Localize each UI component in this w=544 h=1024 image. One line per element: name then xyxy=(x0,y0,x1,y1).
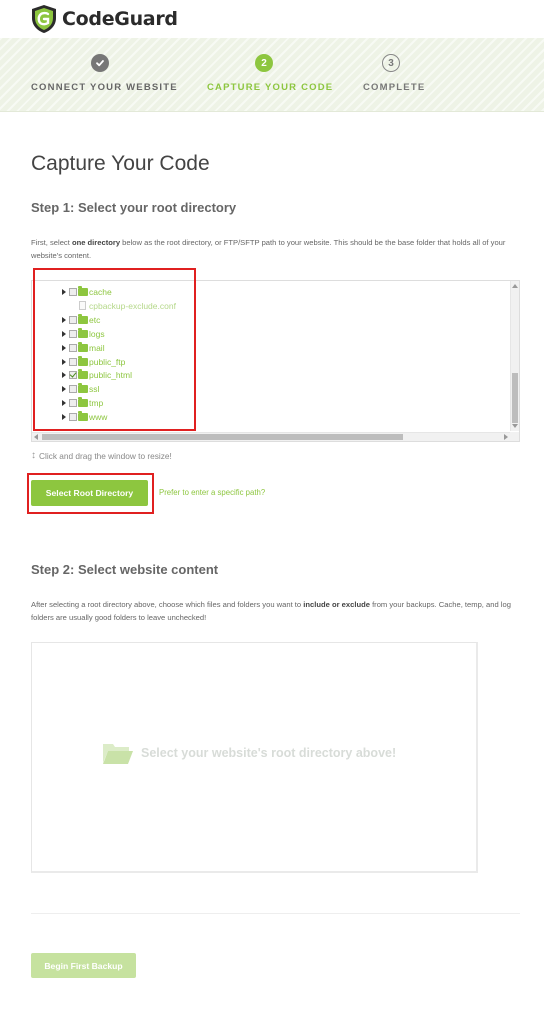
scrollbar-thumb[interactable] xyxy=(42,434,403,440)
enter-path-link[interactable]: Prefer to enter a specific path? xyxy=(159,488,265,497)
progress-step-complete: 3 COMPLETE xyxy=(363,54,425,93)
description-bold: include or exclude xyxy=(303,600,370,609)
horizontal-scrollbar[interactable] xyxy=(32,432,512,441)
description-bold: one directory xyxy=(71,238,121,247)
step-label: CAPTURE YOUR CODE xyxy=(207,82,334,93)
step1-heading: Step 1: Select your root directory xyxy=(31,200,237,215)
vertical-scrollbar[interactable] xyxy=(510,281,519,431)
progress-step-capture: 2 CAPTURE YOUR CODE xyxy=(207,54,333,93)
step-number: 3 xyxy=(382,54,400,72)
resize-arrows-icon: ↕ xyxy=(31,450,36,461)
shield-logo-icon xyxy=(32,5,56,33)
progress-steps: CONNECT YOUR WEBSITE 2 CAPTURE YOUR CODE… xyxy=(0,38,544,112)
checkmark-icon xyxy=(91,54,109,72)
progress-step-connect: CONNECT YOUR WEBSITE xyxy=(31,54,178,93)
scroll-up-icon[interactable] xyxy=(512,284,518,288)
website-content-panel: Select your website's root directory abo… xyxy=(31,642,478,873)
highlight-box-tree xyxy=(33,268,196,431)
step2-heading: Step 2: Select website content xyxy=(31,562,219,577)
step1-description: First, select one directory below as the… xyxy=(31,236,521,262)
logo-text: CodeGuard xyxy=(62,8,178,30)
divider xyxy=(31,913,520,914)
resize-hint: ↕ Click and drag the window to resize! xyxy=(31,450,172,461)
highlight-box-button xyxy=(27,473,154,514)
header: CodeGuard xyxy=(0,0,544,38)
page-title: Capture Your Code xyxy=(31,152,210,175)
step-label: CONNECT YOUR WEBSITE xyxy=(31,82,178,93)
empty-state: Select your website's root directory abo… xyxy=(102,741,396,765)
logo[interactable]: CodeGuard xyxy=(30,4,178,34)
resize-grip-icon[interactable] xyxy=(510,432,519,441)
scrollbar-thumb[interactable] xyxy=(512,373,518,423)
scroll-down-icon[interactable] xyxy=(512,424,518,428)
step-number: 2 xyxy=(255,54,273,72)
description-text: First, select xyxy=(31,238,72,247)
step2-description: After selecting a root directory above, … xyxy=(31,598,521,624)
begin-first-backup-button[interactable]: Begin First Backup xyxy=(31,953,136,978)
scroll-left-icon[interactable] xyxy=(34,434,38,440)
scroll-right-icon[interactable] xyxy=(504,434,508,440)
resize-hint-text: Click and drag the window to resize! xyxy=(39,450,172,461)
step-label: COMPLETE xyxy=(363,82,426,93)
description-text: After selecting a root directory above, … xyxy=(31,600,304,609)
open-folder-icon xyxy=(103,744,133,764)
empty-state-text: Select your website's root directory abo… xyxy=(141,746,397,760)
